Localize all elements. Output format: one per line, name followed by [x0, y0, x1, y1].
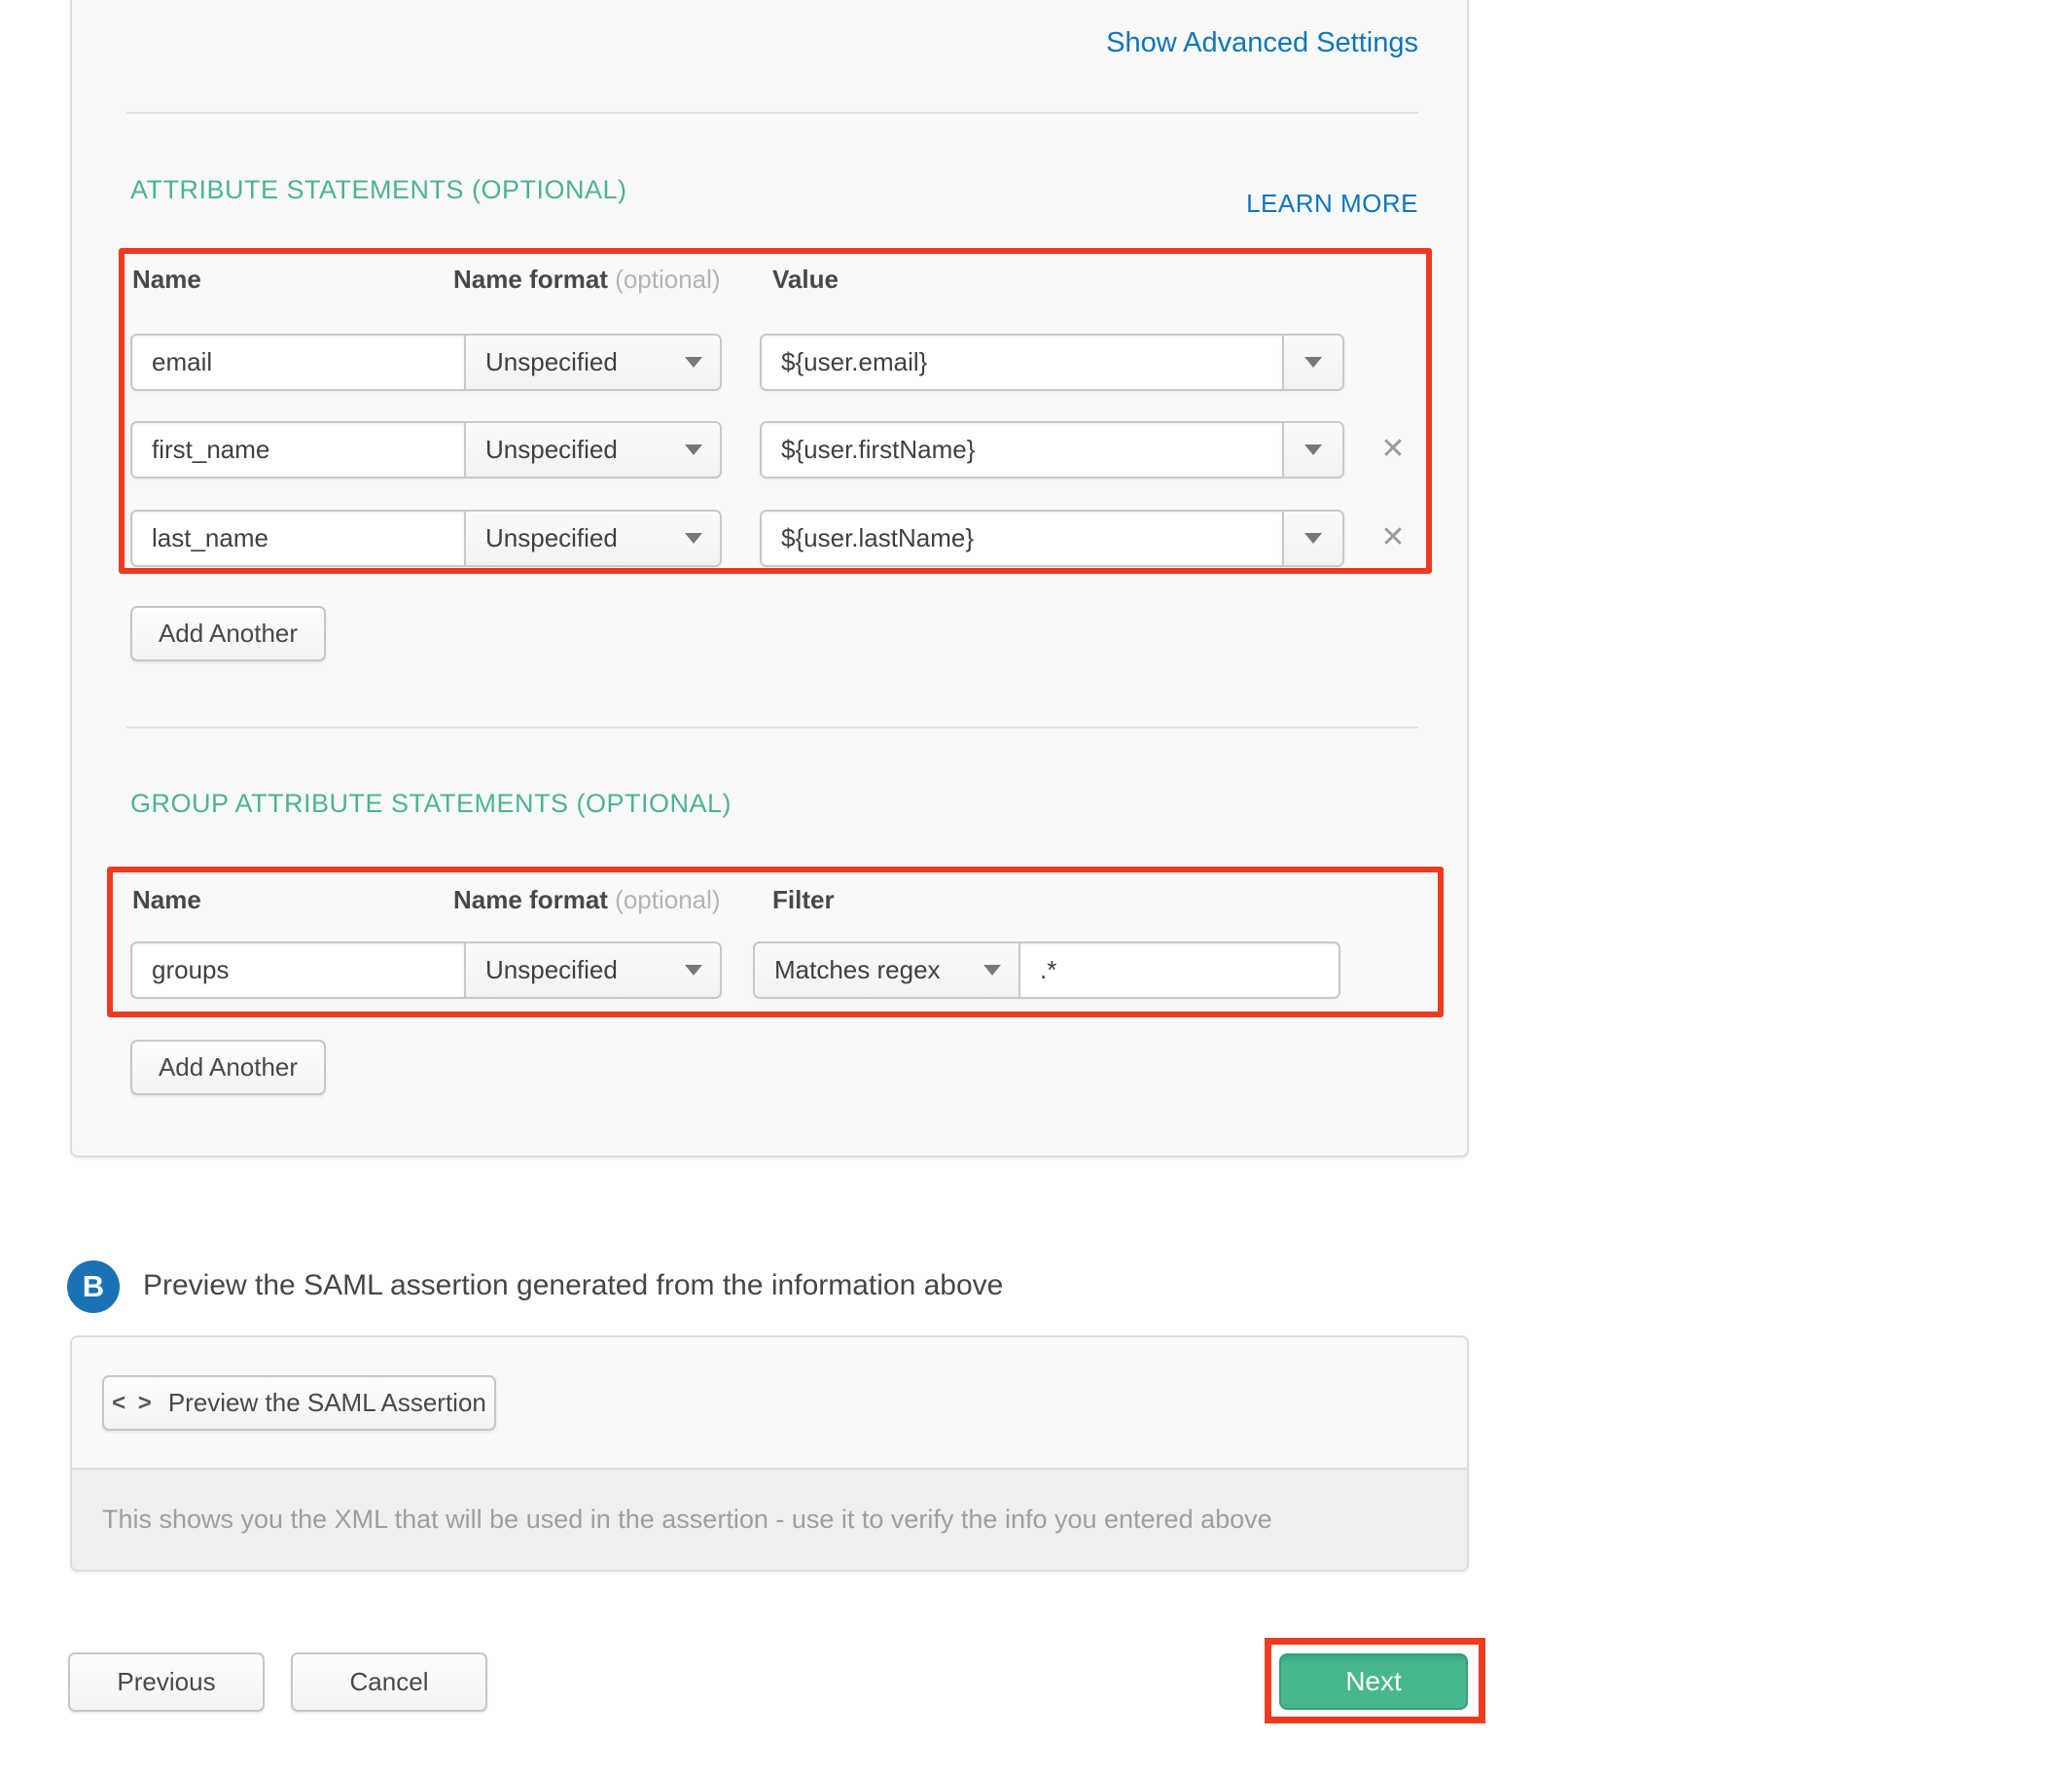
attribute-row-name-format-control: Unspecified: [130, 421, 722, 479]
chevron-down-icon: [1304, 533, 1322, 544]
chevron-down-icon: [1304, 444, 1322, 455]
divider: [126, 112, 1418, 114]
attribute-name-input[interactable]: [132, 423, 464, 477]
name-format-select[interactable]: Unspecified: [464, 423, 720, 477]
name-format-select[interactable]: Unspecified: [464, 336, 720, 389]
learn-more-link[interactable]: LEARN MORE: [1246, 189, 1418, 219]
chevron-down-icon: [685, 444, 702, 455]
close-icon: ✕: [1380, 433, 1405, 465]
show-advanced-settings-link[interactable]: Show Advanced Settings: [1106, 27, 1418, 59]
name-format-select[interactable]: Unspecified: [464, 512, 720, 565]
saml-settings-page: Show Advanced Settings ATTRIBUTE STATEME…: [0, 0, 2072, 1774]
attribute-value-input[interactable]: [762, 512, 1282, 565]
chevron-down-icon: [983, 965, 1001, 976]
remove-row-button[interactable]: ✕: [1375, 432, 1411, 467]
group-row-name-format-control: Unspecified: [130, 941, 722, 999]
code-icon: < >: [112, 1390, 155, 1417]
attribute-row-name-format-control: Unspecified: [130, 334, 722, 391]
column-header-filter: Filter: [772, 885, 835, 915]
preview-saml-assertion-button[interactable]: < > Preview the SAML Assertion: [102, 1375, 496, 1431]
attribute-row-name-format-control: Unspecified: [130, 510, 722, 567]
attribute-row-value-control: [760, 510, 1344, 567]
group-row-filter-control: Matches regex: [753, 941, 1340, 999]
filter-value-input[interactable]: [1018, 943, 1339, 997]
attribute-row-value-control: [760, 421, 1344, 479]
previous-button[interactable]: Previous: [68, 1652, 265, 1712]
preview-assertion-card: < > Preview the SAML Assertion This show…: [70, 1335, 1469, 1572]
chevron-down-icon: [685, 965, 702, 976]
column-header-optional-note: (optional): [615, 885, 720, 914]
close-icon: ✕: [1380, 521, 1405, 553]
cancel-button[interactable]: Cancel: [291, 1652, 487, 1712]
group-attribute-statements-heading: GROUP ATTRIBUTE STATEMENTS (OPTIONAL): [130, 789, 732, 819]
column-header-value: Value: [772, 265, 839, 295]
column-header-optional-note: (optional): [615, 265, 720, 294]
add-another-group-attribute-button[interactable]: Add Another: [130, 1040, 326, 1095]
attribute-name-input[interactable]: [132, 512, 464, 565]
chevron-down-icon: [1304, 357, 1322, 368]
saml-settings-card: Show Advanced Settings ATTRIBUTE STATEME…: [70, 0, 1469, 1157]
add-another-attribute-button[interactable]: Add Another: [130, 606, 326, 661]
chevron-down-icon: [685, 357, 702, 368]
chevron-down-icon: [685, 533, 702, 544]
preview-note-strip: This shows you the XML that will be used…: [72, 1468, 1467, 1570]
attribute-statements-heading: ATTRIBUTE STATEMENTS (OPTIONAL): [130, 175, 627, 205]
value-expression-dropdown-button[interactable]: [1282, 512, 1342, 565]
attribute-row-value-control: [760, 334, 1344, 391]
column-header-name: Name: [132, 885, 201, 915]
next-button[interactable]: Next: [1279, 1653, 1468, 1710]
column-header-name-format: Name format (optional): [453, 265, 721, 295]
group-name-input[interactable]: [132, 943, 464, 997]
value-expression-dropdown-button[interactable]: [1282, 336, 1342, 389]
filter-type-select[interactable]: Matches regex: [755, 943, 1018, 997]
name-format-select[interactable]: Unspecified: [464, 943, 720, 997]
attribute-value-input[interactable]: [762, 336, 1282, 389]
preview-note-text: This shows you the XML that will be used…: [102, 1505, 1272, 1535]
column-header-name-format: Name format (optional): [453, 885, 721, 915]
column-header-name: Name: [132, 265, 201, 295]
attribute-value-input[interactable]: [762, 423, 1282, 477]
step-b-badge: B: [67, 1260, 120, 1313]
section-b-title: Preview the SAML assertion generated fro…: [143, 1269, 1003, 1302]
value-expression-dropdown-button[interactable]: [1282, 423, 1342, 477]
attribute-name-input[interactable]: [132, 336, 464, 389]
remove-row-button[interactable]: ✕: [1375, 520, 1411, 555]
divider: [126, 727, 1418, 728]
